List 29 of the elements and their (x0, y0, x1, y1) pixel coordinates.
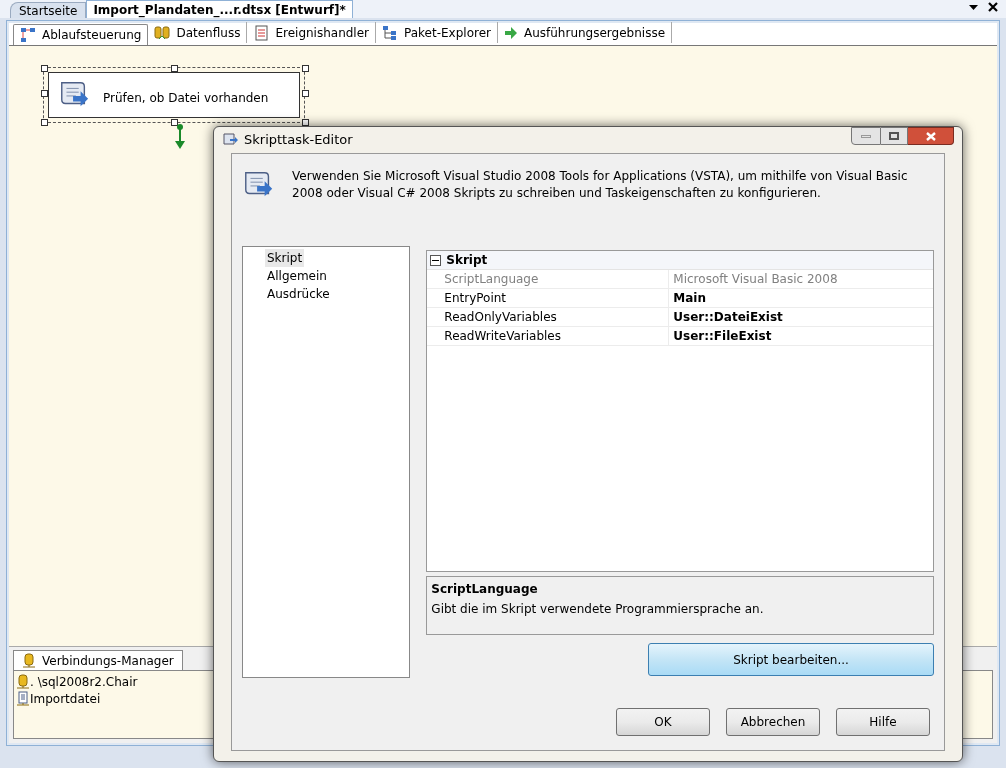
dialog-button[interactable]: Hilfe (836, 708, 930, 736)
help-title: ScriptLanguage (431, 581, 539, 598)
designer-tab[interactable]: Paket-Explorer (376, 22, 498, 43)
dialog-button[interactable]: OK (616, 708, 710, 736)
connection-item[interactable]: . \sql2008r2.Chair (16, 673, 990, 690)
connection-manager-tab[interactable]: Verbindungs-Manager (13, 650, 183, 670)
designer-tab[interactable]: Ereignishandler (247, 22, 376, 43)
designer-tab[interactable]: Datenfluss (148, 22, 248, 43)
property-name[interactable]: EntryPoint (427, 289, 670, 307)
category-label: Skript (446, 252, 488, 269)
property-name[interactable]: ReadOnlyVariables (427, 308, 670, 326)
description-text: Verwenden Sie Microsoft Visual Studio 2008 Tools for Applications (VSTA), um mithilfe von Visual Basic 2008 oder Visual C# 2008 Skripts zu schreiben und Taskeigenschaften zu konfigurieren. (292, 168, 909, 202)
page-list-item[interactable]: Skript (265, 249, 305, 267)
page-list-item[interactable]: Allgemein (265, 267, 329, 285)
designer-tab[interactable]: Ablaufsteuerung (13, 24, 149, 45)
help-text: Gibt die im Skript verwendete Programmiersprache an. (431, 601, 765, 618)
document-tab[interactable]: Import_Plandaten_...r.dtsx [Entwurf]* (86, 0, 353, 18)
property-value[interactable]: User::FileExist (669, 327, 933, 345)
property-value[interactable]: User::DateiExist (669, 308, 933, 326)
property-value[interactable]: Main (669, 289, 933, 307)
task-label: Prüfen, ob Datei vorhanden (103, 90, 269, 107)
designer-tab[interactable]: Ausführungsergebnisse (497, 22, 673, 43)
dialog-button[interactable]: Abbrechen (726, 708, 820, 736)
page-list-item[interactable]: Ausdrücke (265, 285, 332, 303)
document-tab[interactable]: Startseite (10, 2, 87, 18)
dialog-title: Skripttask-Editor (244, 131, 353, 150)
connection-item[interactable]: Importdatei (16, 690, 990, 707)
property-name[interactable]: ReadWriteVariables (427, 327, 670, 345)
edit-script-button[interactable]: Skript bearbeiten... (648, 643, 934, 676)
